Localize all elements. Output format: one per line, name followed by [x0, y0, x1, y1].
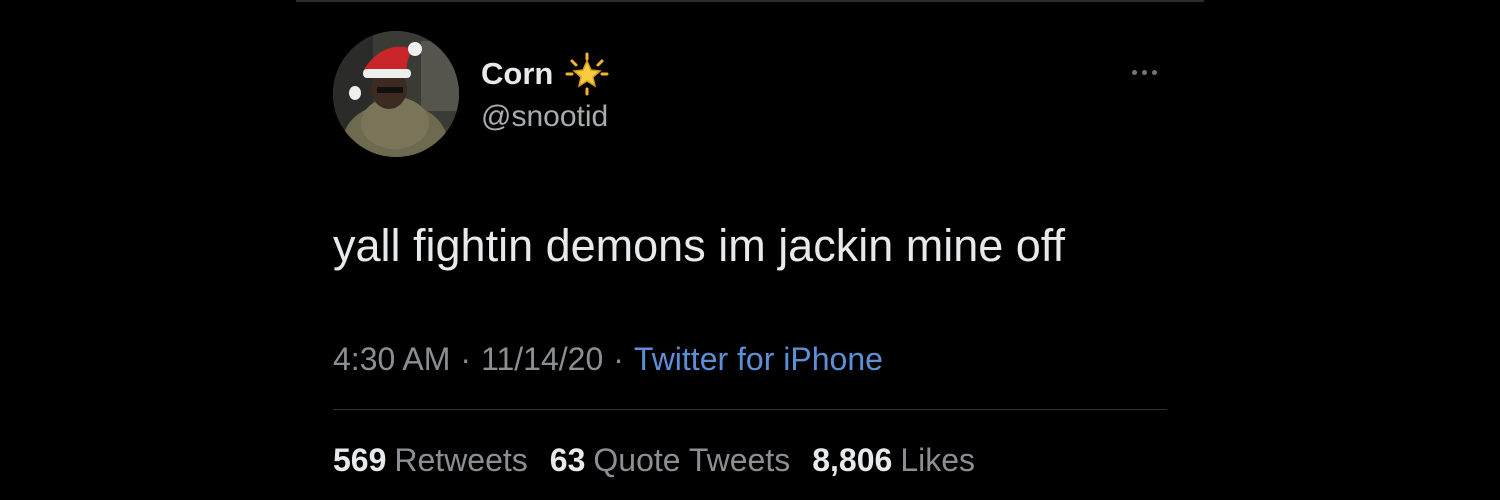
more-horizontal-icon [1151, 69, 1157, 75]
author-handle[interactable]: @snootid [481, 97, 608, 137]
tweet-text: yall fightin demons im jackin mine off [333, 220, 1065, 271]
likes-label: Likes [900, 442, 976, 478]
tweet-source-link[interactable]: Twitter for iPhone [634, 341, 883, 377]
avatar-photo-icon [333, 31, 459, 157]
retweets-count: 569 [333, 442, 387, 478]
tweet-meta: 4:30 AM · 11/14/20 · Twitter for iPhone [333, 338, 883, 380]
author-name-row[interactable]: Corn [481, 52, 609, 96]
tweet-card: Corn @snootid yall fightin demons im jac… [0, 0, 1500, 500]
meta-separator: · [460, 341, 472, 377]
quote-tweets-stat[interactable]: 63 Quote Tweets [550, 438, 790, 482]
quote-tweets-count: 63 [549, 442, 586, 478]
stats-divider [333, 409, 1167, 410]
likes-stat[interactable]: 8,806 Likes [812, 438, 975, 482]
likes-count: 8,806 [812, 442, 893, 478]
retweets-label: Retweets [394, 442, 528, 478]
more-options-button[interactable] [1118, 58, 1170, 86]
quote-tweets-label: Quote Tweets [593, 442, 791, 478]
avatar[interactable] [333, 31, 459, 157]
retweets-stat[interactable]: 569 Retweets [333, 438, 528, 482]
sparkle-star-emoji-icon [565, 52, 609, 96]
author-display-name[interactable]: Corn [481, 54, 553, 94]
more-horizontal-icon [1141, 69, 1147, 75]
tweet-date[interactable]: 11/14/20 [481, 341, 603, 377]
tweet-stats: 569 Retweets 63 Quote Tweets 8,806 Likes [333, 438, 975, 482]
meta-separator: · [613, 341, 624, 377]
tweet-time[interactable]: 4:30 AM [333, 341, 450, 377]
more-horizontal-icon [1131, 69, 1137, 75]
